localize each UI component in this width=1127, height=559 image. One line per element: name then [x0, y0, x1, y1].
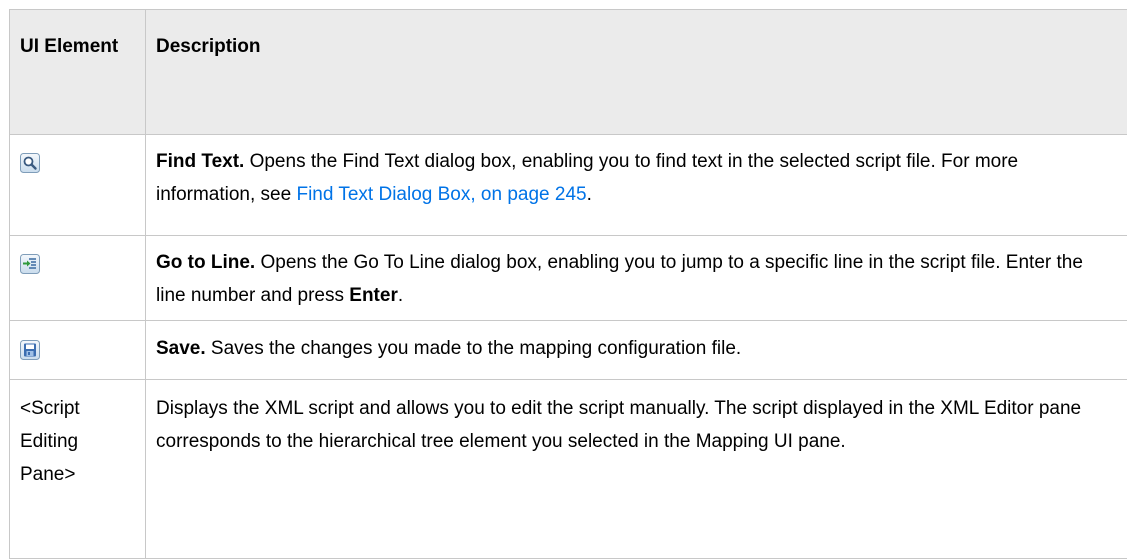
element-name: Go to Line.: [156, 252, 255, 273]
description-text-end: .: [398, 285, 403, 306]
element-cell: [10, 236, 146, 321]
enter-key-label: Enter: [349, 285, 398, 306]
go-to-line-icon: [20, 252, 40, 272]
script-editing-pane-label: <Script Editing Pane>: [10, 380, 146, 559]
description-text: Saves the changes you made to the mappin…: [206, 338, 742, 359]
header-description: Description: [146, 10, 1127, 135]
table-row: Save. Saves the changes you made to the …: [10, 321, 1127, 380]
description-cell: Displays the XML script and allows you t…: [146, 380, 1127, 559]
description-text-end: .: [587, 184, 592, 205]
find-text-dialog-link[interactable]: Find Text Dialog Box, on page 245: [296, 184, 586, 205]
table-header-row: UI Element Description: [10, 10, 1127, 135]
description-text: Opens the Go To Line dialog box, enablin…: [156, 252, 1083, 306]
table-row: <Script Editing Pane> Displays the XML s…: [10, 380, 1127, 559]
ui-element-table: UI Element Description: [9, 9, 1127, 559]
element-name: Find Text.: [156, 151, 244, 172]
element-cell: [10, 135, 146, 236]
header-ui-element: UI Element: [10, 10, 146, 135]
element-cell: [10, 321, 146, 380]
description-cell: Find Text. Opens the Find Text dialog bo…: [146, 135, 1127, 236]
element-name: Save.: [156, 338, 206, 359]
description-cell: Save. Saves the changes you made to the …: [146, 321, 1127, 380]
table-row: Find Text. Opens the Find Text dialog bo…: [10, 135, 1127, 236]
table-row: Go to Line. Opens the Go To Line dialog …: [10, 236, 1127, 321]
save-floppy-icon: [20, 338, 40, 358]
find-text-magnifier-icon: [20, 151, 40, 171]
description-cell: Go to Line. Opens the Go To Line dialog …: [146, 236, 1127, 321]
